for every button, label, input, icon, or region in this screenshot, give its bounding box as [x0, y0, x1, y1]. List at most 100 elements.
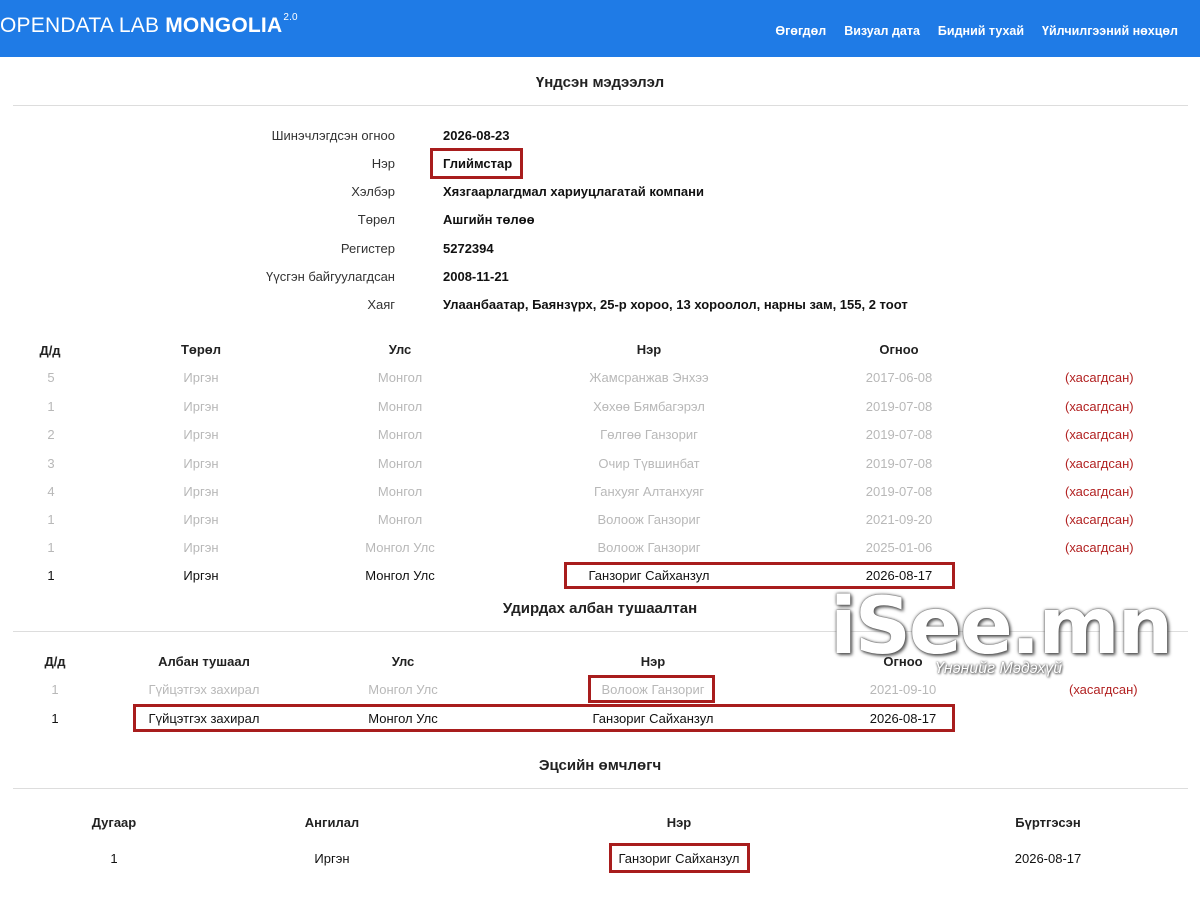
info-value: Ашгийн төлөө	[443, 212, 535, 227]
info-row-founded: Үүсгэн байгуулагдсан 2008-11-21	[0, 269, 1200, 289]
nav-item-terms[interactable]: Үйлчилгээний нөхцөл	[1042, 24, 1178, 38]
cell-name: Волоож Ганзориг	[597, 512, 701, 527]
info-row-type: Төрөл Ашгийн төлөө	[0, 212, 1200, 232]
cell-country: Монгол	[377, 427, 423, 442]
cell-no: 3	[47, 456, 55, 471]
info-value: Улаанбаатар, Баянзүрх, 25-р хороо, 13 хо…	[443, 297, 908, 312]
main-nav: Өгөгдөл Визуал дата Бидний тухай Үйлчилг…	[775, 24, 1178, 38]
watermark-subtext: Үнэнийг Мэдэхүй	[935, 660, 1063, 677]
cell-name: Хөхөө Бямбагэрэл	[593, 399, 705, 414]
nav-item-data[interactable]: Өгөгдөл	[775, 24, 826, 38]
cell-position: Гүйцэтгэх захирал	[148, 682, 260, 697]
col-header-type: Төрөл	[180, 342, 222, 357]
col-header-country: Улс	[391, 654, 415, 669]
removed-status: (хасагдсан)	[1065, 399, 1134, 414]
info-value: 2008-11-21	[443, 269, 509, 284]
brand-logo[interactable]: OPENDATA LAB MONGOLIA2.0	[0, 12, 298, 38]
col-header-name: Нэр	[640, 654, 666, 669]
cell-date: 2025-01-06	[865, 540, 933, 555]
cell-type: Иргэн	[183, 427, 219, 442]
cell-date: 2021-09-20	[865, 512, 933, 527]
removed-status: (хасагдсан)	[1065, 456, 1134, 471]
nav-item-about[interactable]: Бидний тухай	[938, 24, 1024, 38]
info-label: Үүсгэн байгуулагдсан	[266, 269, 395, 284]
col-header-no: Д/д	[39, 343, 61, 358]
divider	[13, 788, 1188, 789]
removed-status: (хасагдсан)	[1065, 540, 1134, 555]
brand-version: 2.0	[283, 12, 298, 23]
col-header-position: Албан тушаал	[158, 654, 250, 669]
cell-type: Иргэн	[183, 484, 219, 499]
cell-no: 1	[47, 540, 55, 555]
cell-no: 1	[47, 399, 55, 414]
highlight-box	[609, 843, 750, 873]
info-value: Хязгаарлагдмал хариуцлагатай компани	[443, 184, 705, 199]
cell-type: Иргэн	[183, 512, 219, 527]
col-header-date: Огноо	[879, 342, 919, 357]
cell-no: 1	[47, 568, 55, 583]
removed-status: (хасагдсан)	[1065, 427, 1134, 442]
brand-light-text: OPENDATA LAB	[0, 14, 166, 37]
info-label: Нэр	[371, 156, 395, 171]
beneficial-owner-title: Эцсийн өмчлөгч	[538, 757, 662, 774]
removed-status: (хасагдсан)	[1065, 484, 1134, 499]
cell-registered: 2026-08-17	[1014, 851, 1082, 866]
info-label: Шинэчлэгдсэн огноо	[271, 128, 395, 143]
cell-country: Монгол	[377, 484, 423, 499]
cell-date: 2019-07-08	[865, 456, 933, 471]
cell-no: 2	[47, 427, 55, 442]
cell-country: Монгол Улс	[368, 682, 438, 697]
watermark-text: iSee.mn	[830, 582, 1173, 672]
info-label: Регистер	[340, 241, 395, 256]
info-row-name: Нэр Глиймстар	[0, 156, 1200, 176]
cell-name: Очир Түвшинбат	[598, 456, 700, 471]
nav-item-visual-data[interactable]: Визуал дата	[844, 24, 920, 38]
removed-status: (хасагдсан)	[1065, 370, 1134, 385]
info-row-address: Хаяг Улаанбаатар, Баянзүрх, 25-р хороо, …	[0, 297, 1200, 317]
info-value: 5272394	[443, 241, 494, 256]
cell-type: Иргэн	[183, 399, 219, 414]
cell-no: 1	[47, 512, 55, 527]
highlight-box	[588, 675, 715, 703]
cell-country: Монгол	[377, 512, 423, 527]
cell-name: Жамсранжав Энхээ	[589, 370, 709, 385]
cell-type: Иргэн	[183, 456, 219, 471]
info-row-form: Хэлбэр Хязгаарлагдмал хариуцлагатай комп…	[0, 184, 1200, 204]
cell-country: Монгол Улс	[365, 568, 435, 583]
col-header-country: Улс	[388, 342, 412, 357]
col-header-category: Ангилал	[304, 815, 360, 830]
cell-country: Монгол	[377, 456, 423, 471]
isee-watermark-logo: iSee.mn Үнэнийг Мэдэхүй	[830, 582, 1173, 692]
cell-no: 1	[51, 711, 59, 726]
cell-category: Иргэн	[314, 851, 350, 866]
cell-date: 2019-07-08	[865, 427, 933, 442]
top-navbar: OPENDATA LAB MONGOLIA2.0 Өгөгдөл Визуал …	[0, 0, 1200, 57]
cell-name: Ганхуяг Алтанхуяг	[593, 484, 705, 499]
info-row-updated: Шинэчлэгдсэн огноо 2026-08-23	[0, 128, 1200, 148]
info-label: Хаяг	[367, 297, 395, 312]
col-header-name: Нэр	[636, 342, 662, 357]
info-row-register: Регистер 5272394	[0, 241, 1200, 261]
cell-no: 4	[47, 484, 55, 499]
cell-type: Иргэн	[183, 370, 219, 385]
highlight-box	[430, 148, 523, 179]
info-label: Хэлбэр	[351, 184, 395, 199]
cell-name: Гөлгөө Ганзориг	[600, 427, 698, 442]
cell-no: 1	[110, 851, 118, 866]
info-label: Төрөл	[357, 212, 395, 227]
col-header-registered: Бүртгэсэн	[1015, 815, 1081, 830]
divider	[13, 105, 1188, 106]
brand-bold-text: MONGOLIA	[165, 14, 283, 37]
cell-country: Монгол Улс	[365, 540, 435, 555]
cell-no: 5	[47, 370, 55, 385]
cell-name: Волоож Ганзориг	[597, 540, 701, 555]
cell-date: 2017-06-08	[865, 370, 933, 385]
cell-no: 1	[51, 682, 59, 697]
cell-country: Монгол	[377, 370, 423, 385]
col-header-name: Нэр	[666, 815, 692, 830]
basic-info-title: Үндсэн мэдээлэл	[535, 74, 665, 91]
cell-type: Иргэн	[183, 568, 219, 583]
highlight-box	[133, 704, 955, 732]
col-header-number: Дугаар	[91, 815, 137, 830]
removed-status: (хасагдсан)	[1065, 512, 1134, 527]
